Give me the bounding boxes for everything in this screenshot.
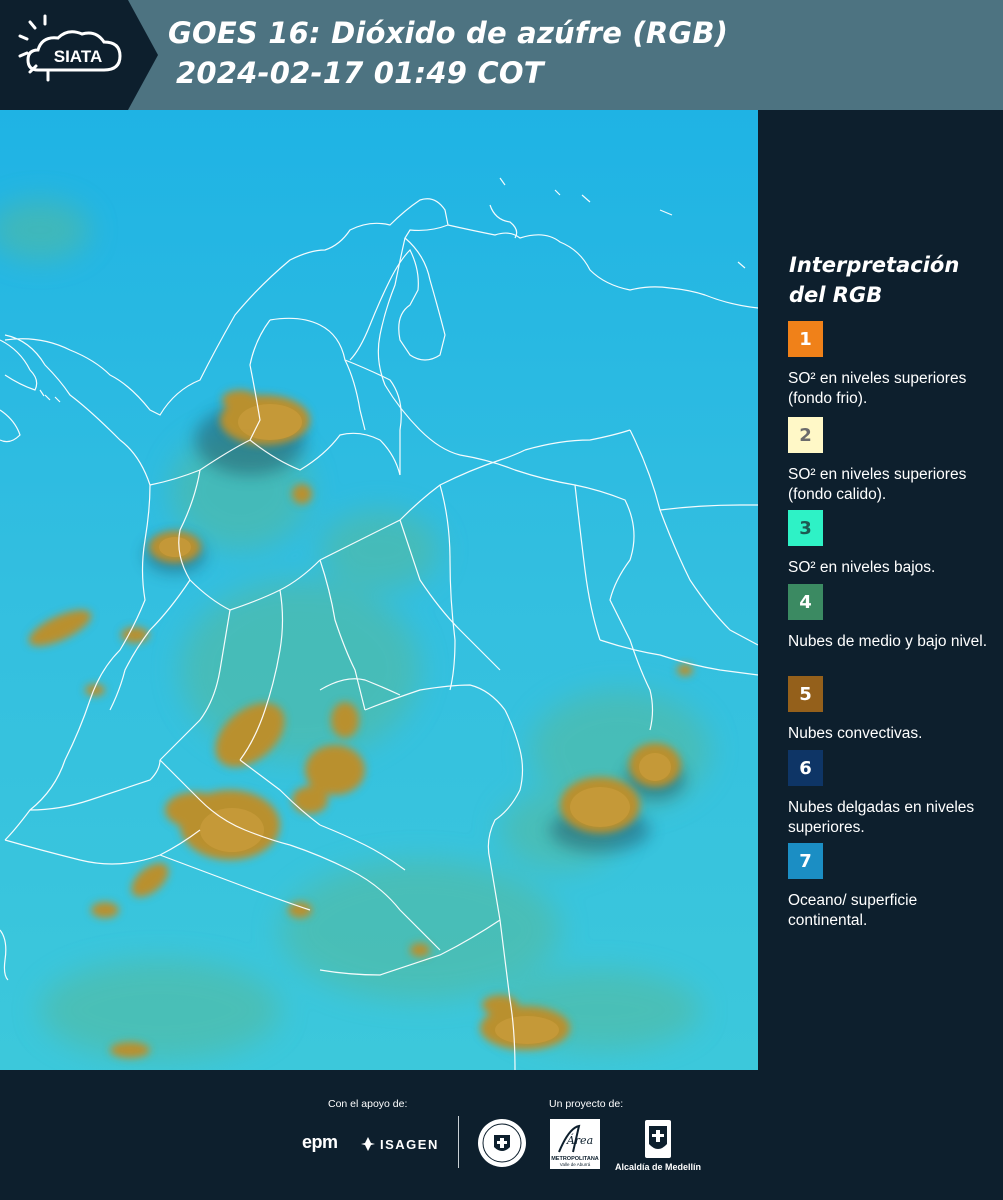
legend-label-5: Nubes convectivas. <box>788 725 923 742</box>
page-title-timestamp: 2024-02-17 01:49 COT <box>176 56 544 90</box>
alcaldia-crest-icon <box>645 1120 671 1158</box>
legend-swatch-7: 7 <box>788 843 823 879</box>
legend-number-2: 2 <box>799 424 812 446</box>
legend-number-6: 6 <box>799 757 812 779</box>
area-metropolitana-logo: Área METROPOLITANA Valle de Aburrá <box>549 1118 601 1170</box>
legend-item-6: 6 Nubes delgadas en niveles superiores. <box>788 750 1000 838</box>
legend-item-5: 5 Nubes convectivas. <box>788 676 1000 744</box>
alcaldia-logo: Alcaldía de Medellín <box>612 1118 704 1178</box>
project-caption: Un proyecto de: <box>549 1098 624 1110</box>
legend-swatch-6: 6 <box>788 750 823 786</box>
legend-label-1: SO² en niveles superiores (fondo frio). <box>788 370 967 407</box>
legend-number-5: 5 <box>799 683 812 705</box>
isagen-logo: ISAGEN <box>360 1132 439 1156</box>
medellin-seal-icon <box>478 1119 526 1167</box>
siata-logo-text: SIATA <box>54 47 102 66</box>
legend-item-1: 1 SO² en niveles superiores (fondo frio)… <box>788 321 1000 409</box>
page-title-product: GOES 16: Dióxido de azúfre (RGB) <box>168 16 729 50</box>
legend-item-3: 3 SO² en niveles bajos. <box>788 510 1000 578</box>
legend-item-4: 4 Nubes de medio y bajo nivel. <box>788 584 1000 652</box>
legend-item-7: 7 Oceano/ superficie continental. <box>788 843 1000 931</box>
header-bar: SIATA GOES 16: Dióxido de azúfre (RGB) 2… <box>0 0 1003 110</box>
support-caption: Con el apoyo de: <box>328 1098 408 1110</box>
legend-title: Interpretación del RGB <box>789 253 960 307</box>
alcaldia-label: Alcaldía de Medellín <box>614 1162 702 1172</box>
siata-logo: SIATA <box>0 0 158 110</box>
epm-logo: epm <box>302 1132 338 1152</box>
isagen-label: ISAGEN <box>380 1136 439 1152</box>
isagen-icon <box>361 1137 375 1151</box>
legend-number-3: 3 <box>799 517 812 539</box>
legend-swatch-3: 3 <box>788 510 823 546</box>
legend-swatch-5: 5 <box>788 676 823 712</box>
satellite-map <box>0 110 758 1070</box>
legend-swatch-2: 2 <box>788 417 823 453</box>
legend-number-7: 7 <box>799 850 812 872</box>
legend-swatch-1: 1 <box>788 321 823 357</box>
legend-label-7: Oceano/ superficie continental. <box>788 892 918 929</box>
legend-label-6: Nubes delgadas en niveles superiores. <box>788 799 975 836</box>
area-logo-text: Área <box>566 1133 593 1147</box>
legend-number-1: 1 <box>799 328 812 350</box>
footer-divider <box>458 1116 459 1168</box>
legend-label-3: SO² en niveles bajos. <box>788 559 936 576</box>
legend-swatch-4: 4 <box>788 584 823 620</box>
area-logo-subtext-2: Valle de Aburrá <box>560 1162 591 1167</box>
legend-item-2: 2 SO² en niveles superiores (fondo calid… <box>788 417 1000 505</box>
legend-number-4: 4 <box>799 591 812 613</box>
legend-panel: Interpretación del RGB 1 SO² en niveles … <box>760 110 1003 1070</box>
footer: Con el apoyo de: Un proyecto de: epm ISA… <box>0 1070 1003 1200</box>
legend-label-2: SO² en niveles superiores (fondo calido)… <box>788 466 967 503</box>
legend-label-4: Nubes de medio y bajo nivel. <box>788 633 988 650</box>
